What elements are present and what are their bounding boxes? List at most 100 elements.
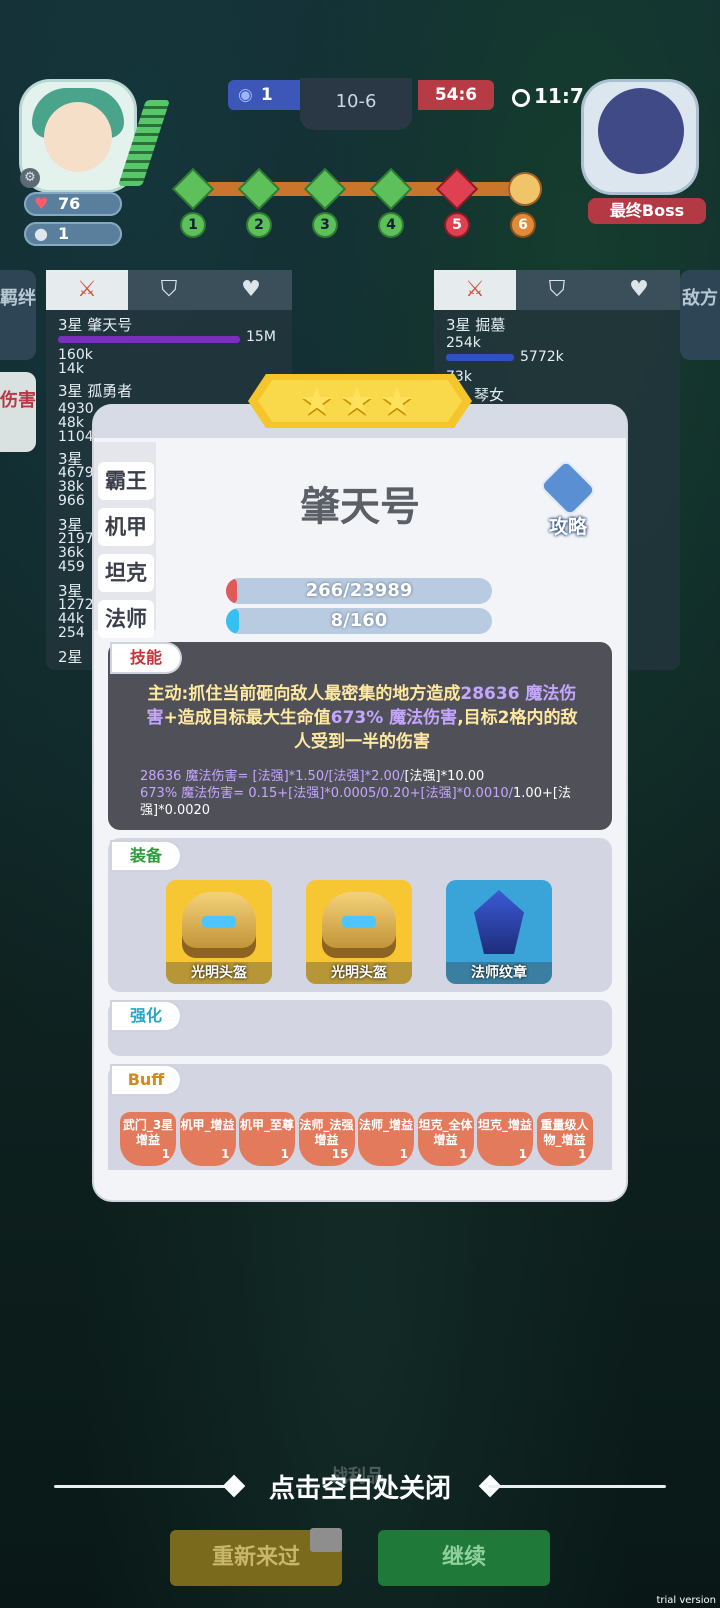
buff-label: 机甲_至尊 [239, 1118, 294, 1132]
buff-chip[interactable]: 法师_法强增益 15 [298, 1112, 355, 1166]
left-row-5-sub-3: 254 [58, 625, 85, 641]
left-row-2-sub-2: 48k [58, 415, 84, 431]
equipment-slot[interactable]: 法师纹章 [446, 880, 552, 984]
left-row-4-sub-3: 459 [58, 559, 85, 575]
formula-line-2: 673% 魔法伤害= 0.15+[法强]*0.0005/0.20+[法强]*0.… [140, 786, 514, 801]
left-row-2-sub-3: 1104 [58, 429, 94, 445]
stage-number: 6 [512, 214, 534, 236]
watermark: trial version [656, 1595, 716, 1606]
round-indicator: 10-6 [300, 78, 412, 130]
hp-bar: 266/23989 [226, 578, 492, 604]
equipment-label: 光明头盔 [166, 962, 272, 984]
boss-face [598, 88, 684, 174]
emblem-icon [474, 890, 524, 954]
helmet-icon [322, 892, 396, 958]
mana-bar: 8/160 [226, 608, 492, 634]
coins-pill: ● 1 [24, 222, 122, 246]
buff-count: 1 [459, 1147, 468, 1161]
avatar-face [44, 102, 112, 172]
left-row-4-sub-2: 36k [58, 545, 84, 561]
equipment-slot[interactable]: 光明头盔 [166, 880, 272, 984]
left-row-3-sub-2: 38k [58, 479, 84, 495]
right-row-1-name: 3星 掘墓 [446, 316, 506, 334]
buff-label: 法师_增益 [358, 1118, 413, 1132]
damage-bar [58, 336, 240, 343]
buff-count: 1 [518, 1147, 527, 1161]
left-row-5-sub-2: 44k [58, 611, 84, 627]
gear-icon[interactable]: ⚙ [20, 168, 40, 188]
formula-line-1: 28636 魔法伤害= [法强]*1.50/[法强]*2.00/ [140, 769, 405, 784]
timer: 11:7 [512, 84, 584, 108]
loot-label-behind: 战利品 [330, 1466, 384, 1487]
class-tag: 机甲 [98, 508, 154, 546]
buff-label: 重量级人物_增益 [540, 1118, 589, 1147]
sword-icon[interactable]: ⚔ [46, 270, 128, 310]
strengthen-tag: 强化 [112, 1002, 180, 1030]
strengthen-section [108, 1000, 612, 1056]
hp-bar-fill [226, 578, 237, 604]
lives-pill: ♥ 76 [24, 192, 122, 216]
buff-chip[interactable]: 机甲_至尊 1 [239, 1112, 295, 1166]
retry-label: 重新来过 [211, 1545, 300, 1570]
strategy-button[interactable]: 攻略 [536, 461, 598, 538]
buff-chip[interactable]: 法师_增益 1 [358, 1112, 414, 1166]
stage-number: 5 [446, 214, 468, 236]
video-icon [310, 1528, 342, 1552]
buff-label: 武门_3星增益 [122, 1118, 174, 1147]
tab-enemy[interactable]: 敌方 [680, 270, 720, 360]
equipment-tag: 装备 [112, 842, 180, 870]
shield-icon[interactable]: ⛉ [128, 270, 210, 310]
coin-icon: ● [34, 224, 48, 243]
buff-chip[interactable]: 坦克_增益 1 [477, 1112, 533, 1166]
left-row-4-sub-1: 2197 [58, 531, 94, 547]
blue-score: ◉ 1 [228, 80, 304, 110]
stage-number: 3 [314, 214, 336, 236]
tab-damage[interactable]: 伤害 [0, 372, 36, 452]
stage-number: 4 [380, 214, 402, 236]
buff-label: 法师_法强增益 [299, 1118, 354, 1147]
skill-formula: 28636 魔法伤害= [法强]*1.50/[法强]*2.00/[法强]*10.… [140, 768, 590, 819]
star-rating-banner: ★★★ [248, 374, 472, 428]
graduation-cap-icon [541, 461, 595, 515]
score-bar: ◉ 1 10-6 54:6 [228, 78, 494, 130]
left-row-2-name: 3星 孤勇者 [58, 382, 133, 400]
boss-avatar[interactable] [584, 82, 696, 192]
left-row-6-name: 2星 [58, 648, 83, 666]
tab-synergy[interactable]: 羁绊 [0, 270, 36, 360]
sword-icon[interactable]: ⚔ [434, 270, 516, 310]
red-score: 54:6 [418, 80, 494, 110]
buff-label: 坦克_全体增益 [418, 1118, 473, 1147]
left-row-3-sub-3: 966 [58, 493, 85, 509]
class-tag: 法师 [98, 600, 154, 638]
shield-icon[interactable]: ⛉ [516, 270, 598, 310]
shield-icon: ◉ [238, 85, 253, 105]
left-row-5-sub-1: 1272 [58, 597, 94, 613]
heart-icon: ♥ [34, 194, 49, 213]
buff-count: 15 [331, 1147, 349, 1161]
continue-button[interactable]: 继续 [378, 1530, 550, 1586]
left-row-3-sub-1: 4679 [58, 465, 94, 481]
buff-chip[interactable]: 重量级人物_增益 1 [536, 1112, 593, 1166]
equipment-label: 法师纹章 [446, 962, 552, 984]
buff-chip[interactable]: 武门_3星增益 1 [120, 1112, 176, 1166]
stage-number: 1 [182, 214, 204, 236]
right-row-1-sub-1: 254k [446, 335, 481, 351]
coins-count: 1 [58, 224, 70, 243]
skill-description: 主动:抓住当前砸向敌人最密集的地方造成28636 魔法伤害+造成目标最大生命值6… [140, 682, 584, 754]
heart-icon[interactable]: ♥ [598, 270, 680, 310]
buff-count: 1 [161, 1147, 170, 1161]
heart-icon[interactable]: ♥ [210, 270, 292, 310]
left-row-1-sub-2: 14k [58, 361, 84, 377]
helmet-icon [182, 892, 256, 958]
skill-desc-text: +造成目标最大生命值 [163, 708, 331, 728]
buff-count: 1 [578, 1147, 587, 1161]
equipment-slot[interactable]: 光明头盔 [306, 880, 412, 984]
left-row-1-name: 3星 肇天号 [58, 316, 133, 334]
left-row-1-sub-1: 160k [58, 347, 93, 363]
buff-chip[interactable]: 坦克_全体增益 1 [417, 1112, 474, 1166]
buff-chip[interactable]: 机甲_增益 1 [179, 1112, 236, 1166]
left-row-2-sub-1: 4930 [58, 401, 94, 417]
left-row-1-value: 15M [246, 329, 276, 345]
right-row-2-name: 琴女 [474, 386, 505, 404]
buff-count: 1 [221, 1147, 230, 1161]
